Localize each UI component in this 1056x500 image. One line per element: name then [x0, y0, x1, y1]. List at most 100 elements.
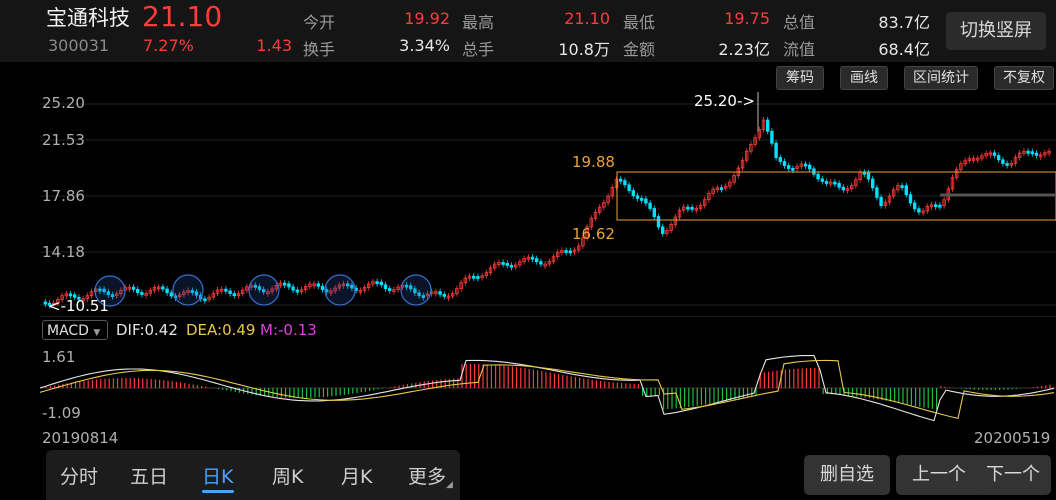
period-tab-bar — [46, 450, 460, 500]
candle-body — [169, 292, 173, 297]
candle-body — [866, 172, 871, 180]
low-value: 19.75 — [724, 9, 770, 28]
dea-value: DEA:0.49 — [186, 321, 256, 339]
candle-body — [635, 195, 640, 199]
candle-body — [787, 165, 791, 169]
stock-code: 300031 — [48, 36, 110, 55]
candle-body — [1026, 150, 1030, 154]
candle-body — [295, 289, 299, 293]
candle-body — [686, 206, 690, 210]
candle-body — [316, 283, 320, 287]
chevron-down-icon: ▼ — [93, 328, 101, 338]
active-tab-indicator — [202, 490, 234, 493]
chip-button[interactable]: 筹码 — [776, 66, 824, 90]
candle-body — [320, 285, 325, 291]
amount-value: 2.23亿 — [718, 40, 770, 59]
interval-stats-button[interactable]: 区间统计 — [904, 66, 978, 90]
candle-body — [165, 288, 169, 294]
candle-body — [770, 130, 774, 144]
remove-watchlist-button[interactable]: 删自选 — [804, 455, 890, 495]
event-marker-icon — [172, 274, 204, 306]
candle-body — [1005, 163, 1009, 166]
candle-body — [131, 286, 136, 290]
tab-more[interactable]: 更多◢ — [408, 462, 453, 490]
candle-body — [862, 171, 866, 175]
y-label-4: 14.18 — [42, 243, 85, 261]
candle-body — [938, 204, 942, 208]
min-price-marker: <-10.51 — [48, 297, 109, 315]
candle-body — [766, 119, 770, 132]
max-price-marker: 25.20-> — [694, 92, 755, 110]
macd-y-top: 1.61 — [42, 348, 76, 366]
low-label: 最低 — [623, 13, 656, 32]
candle-body — [140, 292, 144, 295]
candle-body — [631, 190, 635, 197]
candle-body — [690, 206, 694, 210]
candle-body — [232, 293, 236, 297]
candle-body — [656, 216, 661, 228]
candle-body — [1034, 152, 1039, 156]
candle-body — [640, 198, 644, 201]
y-label-top: 25.20 — [42, 94, 85, 112]
candle-body — [291, 286, 295, 291]
candle-body — [1030, 151, 1034, 155]
candle-body — [904, 185, 908, 196]
volume-value: 10.8万 — [558, 40, 610, 59]
kline-chart[interactable] — [40, 92, 1056, 317]
stock-price: 21.10 — [142, 0, 223, 33]
turnover-label: 换手 — [303, 40, 336, 59]
candle-body — [808, 164, 812, 170]
float-value: 68.4亿 — [878, 40, 930, 59]
candle-body — [833, 181, 837, 185]
candle-body — [837, 182, 841, 188]
candle-body — [623, 180, 627, 186]
candle-body — [534, 258, 539, 263]
candle-body — [471, 275, 476, 279]
no-adjust-button[interactable]: 不复权 — [994, 66, 1054, 90]
candle-body — [438, 291, 442, 295]
candle-body — [619, 178, 623, 182]
macd-chart[interactable] — [40, 346, 1056, 426]
indicator-select[interactable]: MACD ▼ — [42, 320, 108, 340]
candle-body — [824, 181, 829, 184]
candle-body — [913, 202, 917, 210]
tab-weekly-k[interactable]: 周K — [272, 462, 303, 489]
event-marker-icon — [400, 274, 432, 306]
end-date: 20200519 — [974, 429, 1051, 447]
draw-line-button[interactable]: 画线 — [840, 66, 888, 90]
candle-body — [509, 264, 514, 268]
candle-body — [505, 263, 509, 266]
candle-body — [719, 187, 724, 191]
candle-body — [203, 298, 207, 302]
candle-body — [782, 161, 787, 167]
candle-body — [900, 185, 904, 188]
candle-body — [287, 283, 291, 288]
open-label: 今开 — [303, 13, 336, 32]
next-stock-button[interactable]: 下一个 — [975, 455, 1051, 495]
toggle-portrait-button[interactable]: 切换竖屏 — [946, 12, 1046, 50]
tab-five-day[interactable]: 五日 — [130, 462, 168, 489]
candle-body — [778, 157, 782, 162]
candle-body — [820, 178, 824, 182]
tab-intraday[interactable]: 分时 — [60, 462, 98, 489]
candle-body — [501, 262, 505, 265]
candle-body — [871, 178, 875, 189]
candle-body — [841, 186, 845, 191]
candle-body — [383, 284, 388, 290]
candle-body — [43, 301, 47, 305]
event-marker-icon — [324, 274, 356, 306]
candle-body — [379, 281, 383, 286]
range-high-label: 19.88 — [572, 153, 615, 171]
event-marker-icon — [248, 274, 280, 306]
y-label-3: 17.86 — [42, 187, 85, 205]
tab-daily-k[interactable]: 日K — [202, 462, 233, 489]
indicator-select-label: MACD — [47, 323, 89, 339]
tab-monthly-k[interactable]: 月K — [341, 462, 372, 489]
candle-body — [568, 250, 572, 254]
corner-triangle-icon: ◢ — [446, 480, 453, 490]
float-value-label: 流值 — [783, 40, 816, 59]
candle-body — [791, 168, 795, 171]
candle-body — [564, 250, 568, 253]
previous-stock-button[interactable]: 上一个 — [896, 455, 982, 495]
candle-body — [228, 290, 232, 295]
